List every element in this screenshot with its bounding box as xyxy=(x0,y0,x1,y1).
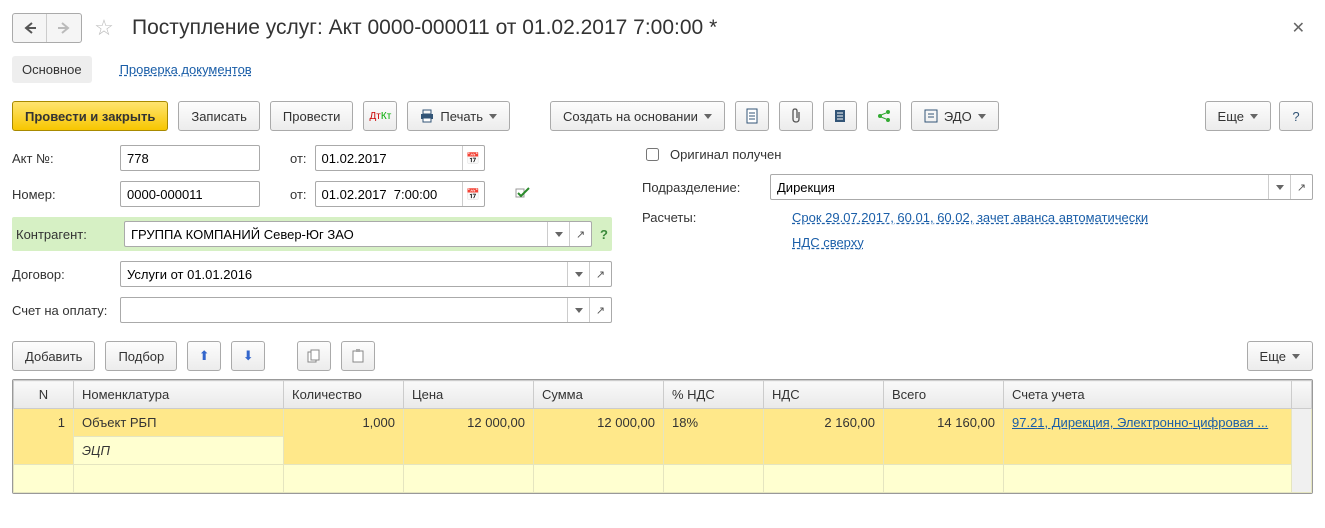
copy-button[interactable] xyxy=(297,341,331,371)
window-title: Поступление услуг: Акт 0000-000011 от 01… xyxy=(132,16,717,40)
items-table: N Номенклатура Количество Цена Сумма % Н… xyxy=(12,379,1313,494)
calendar-icon[interactable]: 📅 xyxy=(462,146,484,170)
col-item[interactable]: Номенклатура xyxy=(74,381,284,409)
open-button[interactable]: ↗ xyxy=(589,298,611,322)
akt-no-input[interactable] xyxy=(121,146,259,170)
contract-input[interactable] xyxy=(121,262,567,286)
edo-button[interactable]: ЭДО xyxy=(911,101,999,131)
col-vat[interactable]: НДС xyxy=(764,381,884,409)
printer-icon xyxy=(420,109,434,123)
move-up-button[interactable]: ⬆ xyxy=(187,341,221,371)
cell-price[interactable]: 12 000,00 xyxy=(404,409,534,465)
col-vat-pct[interactable]: % НДС xyxy=(664,381,764,409)
number-from-label: от: xyxy=(290,187,307,202)
col-qty[interactable]: Количество xyxy=(284,381,404,409)
list-icon-button[interactable] xyxy=(823,101,857,131)
dropdown-button[interactable] xyxy=(1268,175,1290,199)
counterparty-input[interactable] xyxy=(125,222,547,246)
cell-vat-pct[interactable]: 18% xyxy=(664,409,764,465)
move-down-button[interactable]: ⬇ xyxy=(231,341,265,371)
cell-vat[interactable]: 2 160,00 xyxy=(764,409,884,465)
nav-buttons xyxy=(12,13,82,43)
table-row[interactable]: 1 Объект РБП 1,000 12 000,00 12 000,00 1… xyxy=(14,409,1312,437)
cell-item2[interactable]: ЭЦП xyxy=(74,437,284,465)
tab-check-documents[interactable]: Проверка документов xyxy=(110,56,262,83)
division-input[interactable] xyxy=(771,175,1268,199)
open-button[interactable]: ↗ xyxy=(589,262,611,286)
counterparty-label: Контрагент: xyxy=(16,227,116,242)
document-icon-button[interactable] xyxy=(735,101,769,131)
scrollbar[interactable] xyxy=(1292,409,1312,493)
table-more-button[interactable]: Еще xyxy=(1247,341,1313,371)
post-and-close-button[interactable]: Провести и закрыть xyxy=(12,101,168,131)
add-row-button[interactable]: Добавить xyxy=(12,341,95,371)
create-based-on-button[interactable]: Создать на основании xyxy=(550,101,725,131)
list-icon xyxy=(833,108,847,124)
number-input[interactable] xyxy=(121,182,259,206)
calc-link[interactable]: Срок 29.07.2017, 60.01, 60.02, зачет ава… xyxy=(792,210,1148,225)
col-accounts[interactable]: Счета учета xyxy=(1004,381,1292,409)
open-button[interactable]: ↗ xyxy=(1290,175,1312,199)
contract-label: Договор: xyxy=(12,267,112,282)
col-sum[interactable]: Сумма xyxy=(534,381,664,409)
calc-label: Расчеты: xyxy=(642,210,762,225)
tab-main[interactable]: Основное xyxy=(12,56,92,83)
cell-n[interactable]: 1 xyxy=(14,409,74,465)
attachment-button[interactable] xyxy=(779,101,813,131)
save-button[interactable]: Записать xyxy=(178,101,260,131)
select-rows-button[interactable]: Подбор xyxy=(105,341,177,371)
cell-qty[interactable]: 1,000 xyxy=(284,409,404,465)
print-button[interactable]: Печать xyxy=(407,101,510,131)
invoice-label: Счет на оплату: xyxy=(12,303,112,318)
paste-button[interactable] xyxy=(341,341,375,371)
paperclip-icon xyxy=(789,108,803,124)
dropdown-button[interactable] xyxy=(547,222,569,246)
check-icon[interactable] xyxy=(515,186,531,203)
akt-from-label: от: xyxy=(290,151,307,166)
number-date-input[interactable] xyxy=(316,182,462,206)
cell-total[interactable]: 14 160,00 xyxy=(884,409,1004,465)
invoice-input[interactable] xyxy=(121,298,567,322)
akt-date-input[interactable] xyxy=(316,146,462,170)
favorite-icon[interactable]: ☆ xyxy=(88,12,120,44)
cell-item[interactable]: Объект РБП xyxy=(74,409,284,437)
help-button[interactable]: ? xyxy=(1279,101,1313,131)
akt-no-label: Акт №: xyxy=(12,151,112,166)
dropdown-button[interactable] xyxy=(567,298,589,322)
share-icon-button[interactable] xyxy=(867,101,901,131)
copy-icon xyxy=(307,349,321,363)
close-button[interactable]: ✕ xyxy=(1284,14,1313,42)
dt-kt-button[interactable]: ДтКт xyxy=(363,101,397,131)
table-row-blank[interactable] xyxy=(14,465,1312,493)
forward-button[interactable] xyxy=(47,14,81,42)
share-icon xyxy=(876,108,892,124)
calendar-icon[interactable]: 📅 xyxy=(462,182,484,206)
cell-account[interactable]: 97.21, Дирекция, Электронно-цифровая ... xyxy=(1004,409,1292,465)
back-button[interactable] xyxy=(13,14,47,42)
document-icon xyxy=(745,108,759,124)
col-price[interactable]: Цена xyxy=(404,381,534,409)
counterparty-help[interactable]: ? xyxy=(600,227,608,242)
dropdown-button[interactable] xyxy=(567,262,589,286)
division-label: Подразделение: xyxy=(642,180,762,195)
cell-sum[interactable]: 12 000,00 xyxy=(534,409,664,465)
original-received-label: Оригинал получен xyxy=(670,147,781,162)
number-label: Номер: xyxy=(12,187,112,202)
col-total[interactable]: Всего xyxy=(884,381,1004,409)
paste-icon xyxy=(351,349,365,363)
open-button[interactable]: ↗ xyxy=(569,222,591,246)
col-n[interactable]: N xyxy=(14,381,74,409)
col-scroll xyxy=(1292,381,1312,409)
edo-icon xyxy=(924,109,938,123)
post-button[interactable]: Провести xyxy=(270,101,354,131)
vat-link[interactable]: НДС сверху xyxy=(792,235,864,250)
original-received-checkbox[interactable] xyxy=(646,148,659,161)
more-button[interactable]: Еще xyxy=(1205,101,1271,131)
